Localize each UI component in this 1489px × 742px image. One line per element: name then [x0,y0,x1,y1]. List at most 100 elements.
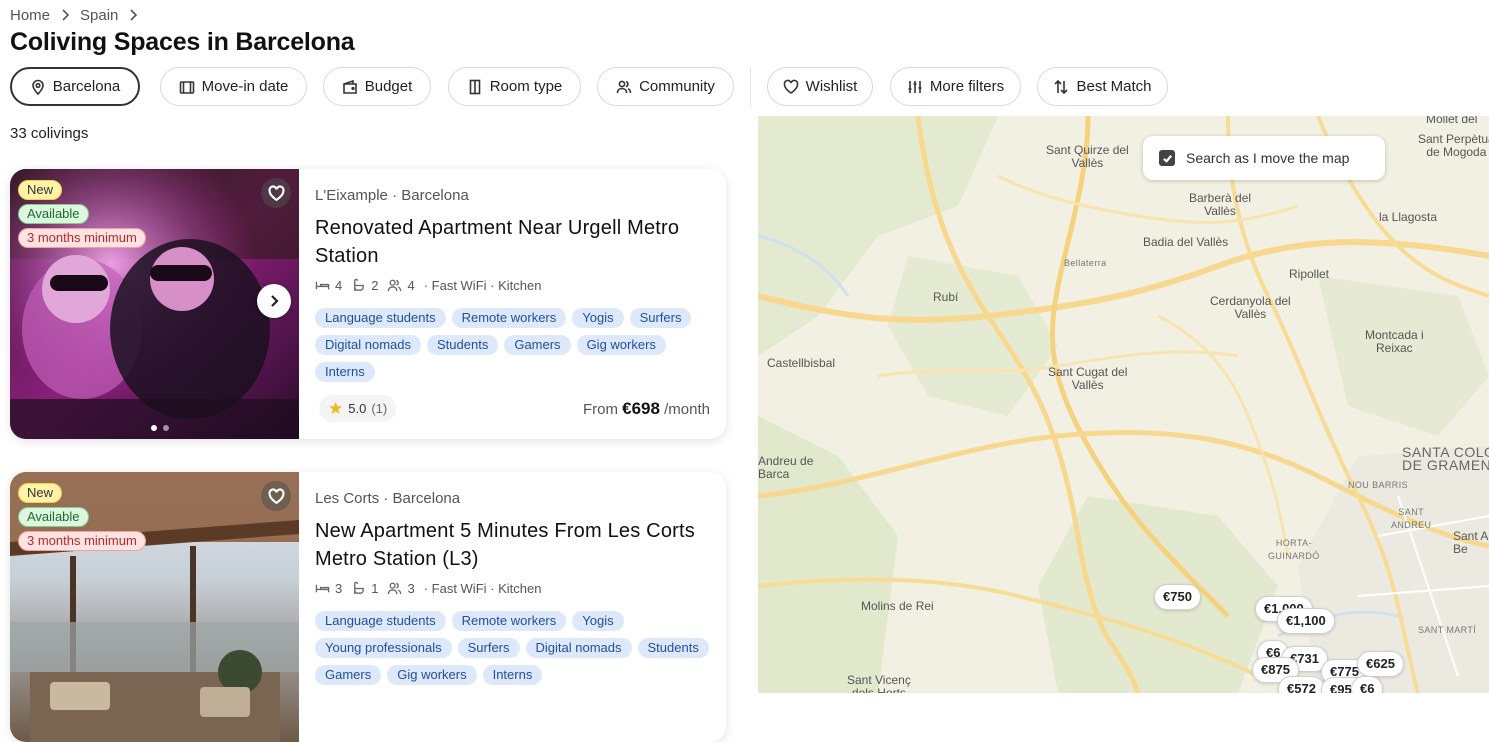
wishlist-heart-button[interactable] [261,481,291,511]
map-price-pin[interactable]: €625 [1357,651,1404,677]
budget-label: Budget [364,78,413,95]
community-tags: Language students Remote workers Yogis Y… [315,611,710,685]
users-icon [616,80,632,93]
rating-badge: ★ 5.0 (1) [319,395,397,422]
community-label: Community [639,78,715,95]
room-type-button[interactable]: Room type [448,67,581,106]
map-label: Sant Vicenç dels Horts [847,673,911,694]
photo-dot[interactable] [163,425,169,431]
map-price-pin[interactable]: €1,100 [1277,608,1335,634]
community-tag: Remote workers [451,308,567,328]
community-button[interactable]: Community [597,67,734,106]
move-in-date-button[interactable]: Move-in date [160,67,307,106]
users-icon [388,279,402,292]
map-pin-icon [31,79,44,95]
wallet-icon [342,79,357,94]
minimum-stay-badge: 3 months minimum [18,531,146,551]
location-filter-button[interactable]: Barcelona [10,67,140,106]
location-filter-label: Barcelona [52,78,121,95]
room-type-label: Room type [489,78,563,95]
listing-title[interactable]: New Apartment 5 Minutes From Les Corts M… [315,517,705,573]
sort-button[interactable]: Best Match [1037,67,1168,106]
chevron-right-icon [271,295,279,307]
listing-card[interactable]: New Available 3 months minimum Les Corts… [10,472,726,742]
page-title: Coliving Spaces in Barcelona [10,28,355,56]
wishlist-heart-button[interactable] [261,178,291,208]
community-tag: Gig workers [387,665,477,685]
listing-city: Barcelona [401,187,469,204]
community-tag: Yogis [572,611,624,631]
map-label: Cerdanyola del Vallès [1210,294,1291,321]
more-filters-button[interactable]: More filters [890,67,1021,106]
photo-pagination [151,425,169,431]
map-label: Rubí [933,290,959,304]
community-tag: Young professionals [315,638,452,658]
map-label: la Llagosta [1379,210,1438,224]
minimum-stay-badge: 3 months minimum [18,228,146,248]
map-label: SANT MARTÍ [1418,625,1477,635]
community-tag: Gamers [504,335,571,355]
listing-photo[interactable]: New Available 3 months minimum [10,169,299,439]
map-price-pin[interactable]: €6 [1351,676,1384,693]
price-value: €698 [622,399,660,418]
map-label: Badia del Vallès [1143,235,1229,249]
listing-neighborhood: Les Corts [315,490,380,507]
map-label: Mollet del [1426,116,1478,126]
more-filters-label: More filters [929,78,1005,95]
listing-photo[interactable]: New Available 3 months minimum [10,472,299,742]
baths-count: 1 [371,581,379,596]
next-photo-button[interactable] [257,284,291,318]
map-price-pin[interactable]: €750 [1154,584,1201,610]
community-tag: Surfers [629,308,692,328]
map-label: SANTA COLO DE GRAMEN [1402,444,1489,473]
map-price-pin[interactable]: €572 [1278,676,1325,693]
community-tag: Students [637,638,709,658]
map-label: HORTA- GUINARDÓ [1268,538,1320,561]
users-icon [388,582,402,595]
listing-neighborhood: L'Eixample [315,187,388,204]
community-tag: Interns [482,665,543,685]
map-label: Montcada i Reixac [1365,328,1424,355]
bed-icon [315,281,330,290]
move-in-date-label: Move-in date [201,78,289,95]
listing-card[interactable]: New Available 3 months minimum L'Eixampl… [10,169,726,439]
search-as-move-checkbox[interactable] [1159,150,1175,166]
map-label: Castellbisbal [767,356,836,370]
beds-count: 4 [335,278,343,293]
breadcrumb-spain[interactable]: Spain [80,7,118,24]
map[interactable]: Mollet del Sant Quirze del Vallès Sant P… [758,116,1489,693]
community-tag: Digital nomads [525,638,632,658]
community-tag: Students [427,335,499,355]
search-as-move-toggle[interactable]: Search as I move the map [1143,136,1385,180]
breadcrumb: Home Spain [10,7,138,24]
sort-label: Best Match [1076,78,1152,95]
calendar-icon [179,80,194,94]
rating-value: 5.0 [348,401,367,416]
filter-divider [750,67,751,107]
map-label: Sant Perpètua de Mogoda [1418,132,1489,159]
photo-dot[interactable] [151,425,157,431]
new-badge: New [18,483,63,503]
breadcrumb-home[interactable]: Home [10,7,50,24]
heart-icon [783,79,798,94]
review-count: (1) [371,401,388,416]
map-label: Ripollet [1289,267,1330,281]
budget-button[interactable]: Budget [323,67,431,106]
listing-location: L'Eixample · Barcelona [315,187,469,204]
community-tag: Gig workers [576,335,666,355]
community-tag: Interns [315,362,375,382]
heart-icon [267,184,285,201]
people-count: 4 [407,278,415,293]
map-label: Molins de Rei [861,599,934,613]
wishlist-button[interactable]: Wishlist [767,67,873,106]
results-count: 33 colivings [10,125,89,142]
heart-icon [267,487,285,504]
listing-city: Barcelona [392,490,461,507]
new-badge: New [18,180,63,200]
available-badge: Available [18,204,89,224]
map-label: Sant Quirze del Vallès [1046,143,1129,170]
community-tag: Surfers [457,638,520,658]
bath-icon [354,278,365,292]
listing-title[interactable]: Renovated Apartment Near Urgell Metro St… [315,214,705,270]
community-tags: Language students Remote workers Yogis S… [315,308,710,382]
